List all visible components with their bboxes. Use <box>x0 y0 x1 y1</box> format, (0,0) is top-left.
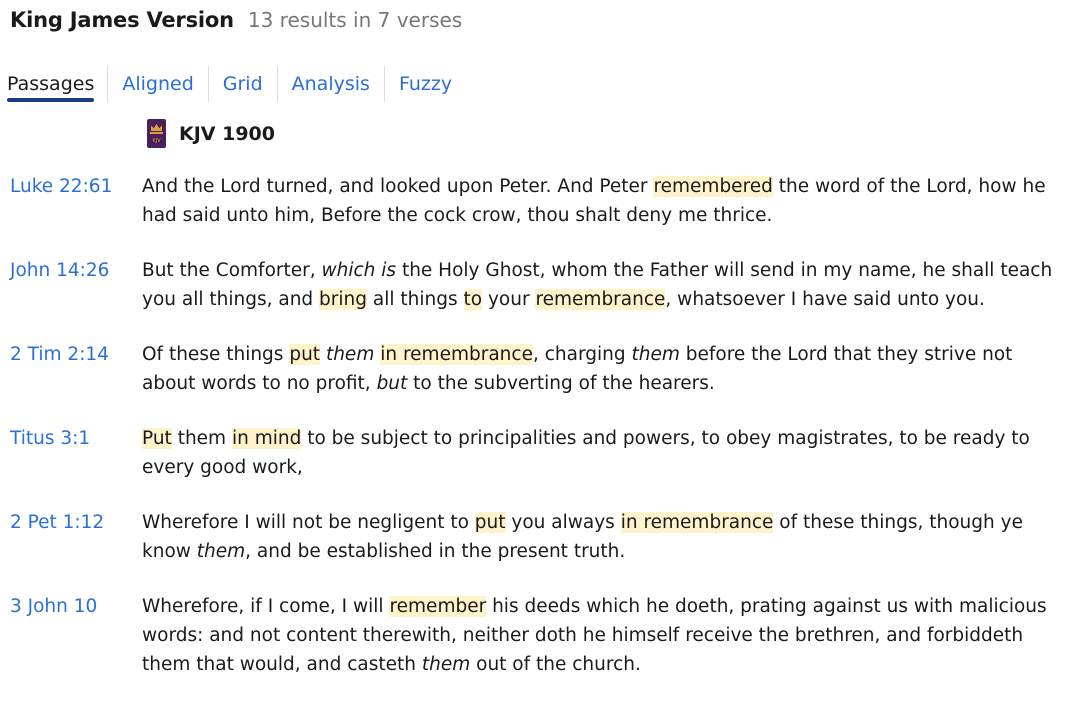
verse-segment: But the Comforter, <box>142 260 322 281</box>
search-hit: bring <box>319 289 368 310</box>
view-tabs: Passages Aligned Grid Analysis Fuzzy <box>0 66 466 102</box>
italic-text: which is <box>321 260 397 281</box>
tab-grid[interactable]: Grid <box>207 66 277 102</box>
verse-reference-link[interactable]: Titus 3:1 <box>0 424 142 482</box>
page-header: King James Version 13 results in 7 verse… <box>10 8 462 32</box>
verse-text: Put them in mind to be subject to princi… <box>142 424 1062 482</box>
verse-segment: you always <box>505 512 621 533</box>
search-hit: remember <box>389 596 487 617</box>
verse-reference-link[interactable]: John 14:26 <box>0 256 142 314</box>
tab-aligned[interactable]: Aligned <box>107 66 207 102</box>
verse-segment: , and be established in the present trut… <box>245 541 626 562</box>
verse-segment: to the subverting of the hearers. <box>407 373 715 394</box>
verse-row: 2 Pet 1:12 Wherefore I will not be neglig… <box>0 508 1074 566</box>
verse-segment: all things <box>367 289 464 310</box>
search-hit: in mind <box>231 428 302 449</box>
page-title: King James Version <box>10 8 234 32</box>
verse-segment: Wherefore, if I come, I will <box>142 596 390 617</box>
verse-reference-link[interactable]: 2 Pet 1:12 <box>0 508 142 566</box>
verse-row: Titus 3:1 Put them in mind to be subject … <box>0 424 1074 482</box>
result-count: 13 results in 7 verses <box>247 8 463 32</box>
verse-segment: out of the church. <box>470 654 641 675</box>
italic-text: them <box>196 541 246 562</box>
verse-text: But the Comforter, which is the Holy Gho… <box>142 256 1062 314</box>
verse-segment: them <box>171 428 232 449</box>
search-hit: to <box>463 289 483 310</box>
verse-text: And the Lord turned, and looked upon Pet… <box>142 172 1062 230</box>
verse-segment: Wherefore I will not be negligent to <box>142 512 475 533</box>
italic-text: them <box>421 654 471 675</box>
verse-text: Wherefore I will not be negligent to put… <box>142 508 1062 566</box>
verse-segment: Of these things <box>142 344 290 365</box>
search-hit: in remembrance <box>620 512 774 533</box>
kjv-book-cover-icon: KJV <box>147 119 166 148</box>
kjv-icon-text: KJV <box>152 138 161 144</box>
search-hit: in remembrance <box>380 344 533 365</box>
verse-segment: your <box>482 289 536 310</box>
verse-list: Luke 22:61 And the Lord turned, and looke… <box>0 172 1074 705</box>
verse-reference-link[interactable]: 2 Tim 2:14 <box>0 340 142 398</box>
italic-text: them <box>631 344 680 365</box>
verse-segment: And the Lord turned, and looked upon Pet… <box>142 176 654 197</box>
italic-text: but <box>376 373 408 394</box>
italic-text: them <box>325 344 375 365</box>
verse-reference-link[interactable]: 3 John 10 <box>0 592 142 679</box>
verse-segment: , charging <box>532 344 632 365</box>
search-hit: put <box>289 344 321 365</box>
search-hit: Put <box>142 428 172 449</box>
tab-passages[interactable]: Passages <box>0 66 107 102</box>
verse-row: John 14:26 But the Comforter, which is th… <box>0 256 1074 314</box>
verse-row: 3 John 10 Wherefore, if I come, I will re… <box>0 592 1074 679</box>
search-hit: put <box>474 512 506 533</box>
verse-row: 2 Tim 2:14 Of these things put them in re… <box>0 340 1074 398</box>
verse-row: Luke 22:61 And the Lord turned, and looke… <box>0 172 1074 230</box>
search-hit: remembrance <box>535 289 666 310</box>
verse-text: Wherefore, if I come, I will remember hi… <box>142 592 1062 679</box>
verse-reference-link[interactable]: Luke 22:61 <box>0 172 142 230</box>
verse-text: Of these things put them in remembrance,… <box>142 340 1062 398</box>
verse-segment: , whatsoever I have said unto you. <box>665 289 985 310</box>
search-hit: remembered <box>653 176 773 197</box>
version-label: KJV 1900 <box>179 122 275 145</box>
tab-fuzzy[interactable]: Fuzzy <box>383 66 466 102</box>
tab-analysis[interactable]: Analysis <box>276 66 384 102</box>
version-header: KJV KJV 1900 <box>147 119 275 148</box>
